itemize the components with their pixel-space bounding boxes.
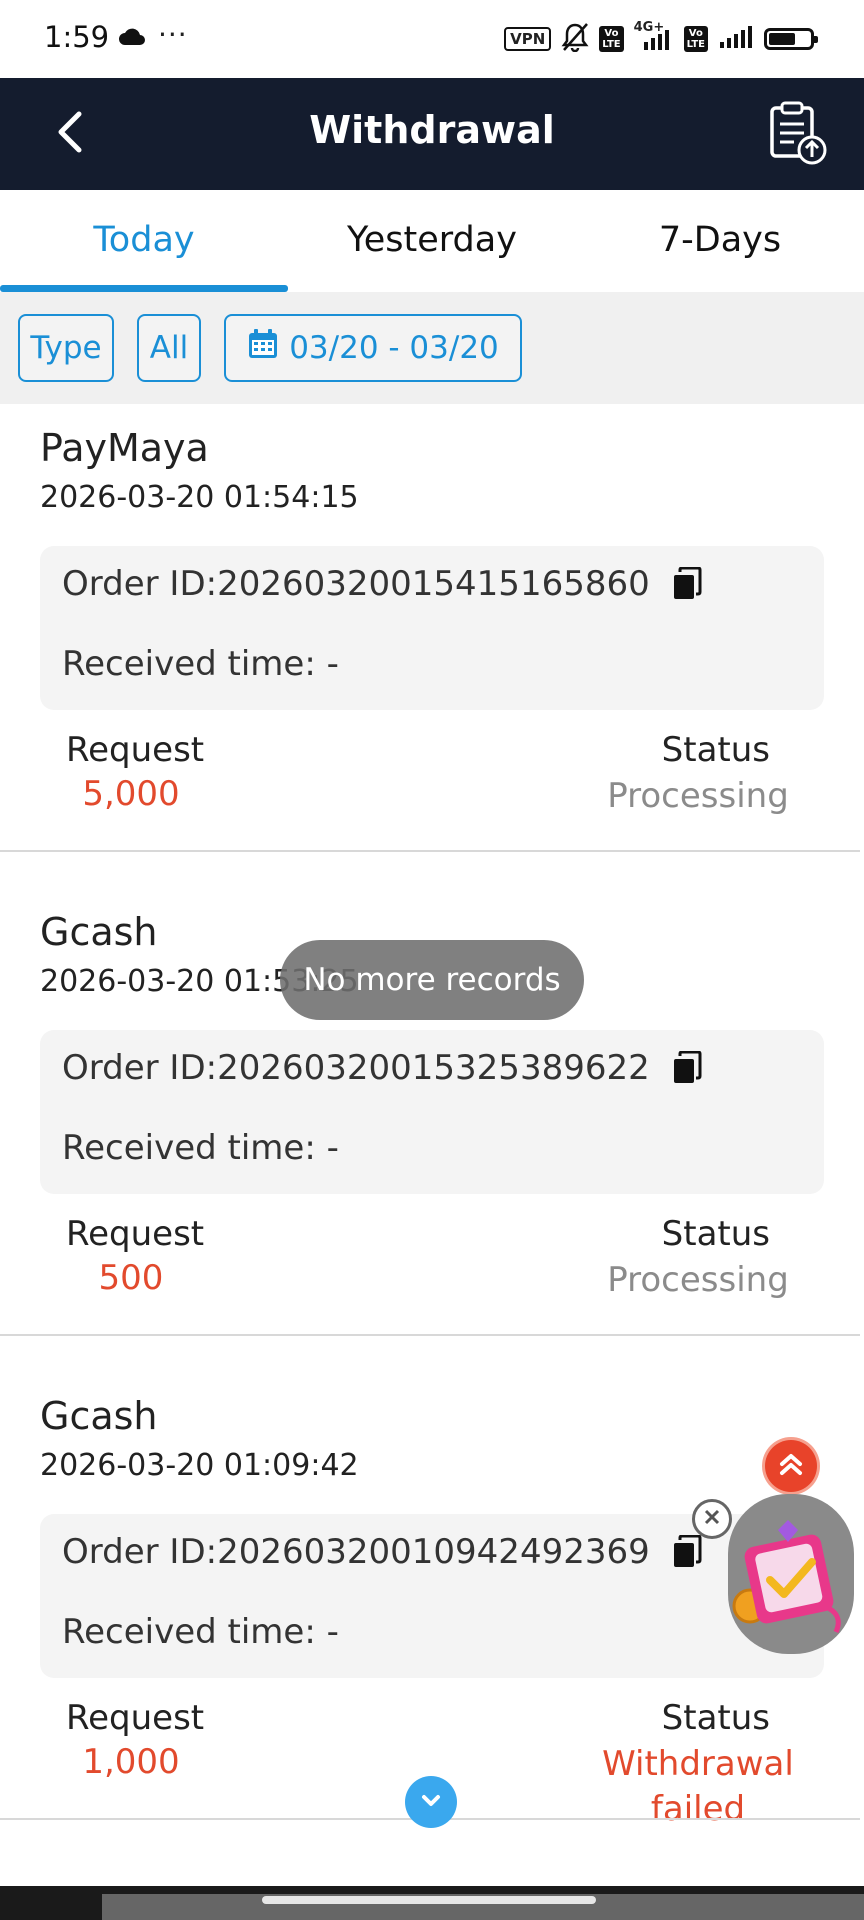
order-id: Order ID:20260320010942492369 <box>62 1532 650 1572</box>
payment-method: Gcash <box>40 1394 158 1438</box>
tab-7-days[interactable]: 7-Days <box>576 190 864 292</box>
request-amount: 5,000 <box>82 774 180 814</box>
payment-method: PayMaya <box>40 426 209 470</box>
copy-icon[interactable] <box>672 567 702 601</box>
payment-method: Gcash <box>40 910 158 954</box>
status-label: Status <box>661 1698 770 1738</box>
received-time: Received time: - <box>62 644 339 684</box>
withdrawal-record: PayMaya 2026-03-20 01:54:15 Order ID:202… <box>0 404 864 852</box>
scroll-top-button[interactable] <box>765 1440 817 1492</box>
status-value: Processing <box>607 1260 789 1300</box>
double-chevron-up-icon <box>776 1449 806 1483</box>
cloud-icon <box>118 28 146 50</box>
date-range-button[interactable]: 03/20 - 03/20 <box>224 314 522 382</box>
filter-bar: Type All 03/20 - 03/20 <box>0 292 864 404</box>
system-nav-bar <box>0 1886 864 1920</box>
divider <box>0 850 860 852</box>
status-label: Status <box>661 1214 770 1254</box>
close-icon <box>702 1507 722 1531</box>
order-info-box: Order ID:20260320015325389622 Received t… <box>40 1030 824 1194</box>
order-id-row: Order ID:20260320015325389622 <box>62 1048 702 1088</box>
copy-icon[interactable] <box>672 1535 702 1569</box>
request-label: Request <box>66 1698 205 1738</box>
tab-yesterday[interactable]: Yesterday <box>288 190 576 292</box>
toast-message: No more records <box>280 940 584 1020</box>
received-time: Received time: - <box>62 1612 339 1652</box>
copy-icon[interactable] <box>672 1051 702 1085</box>
scroll-down-button[interactable] <box>405 1776 457 1828</box>
volte-badge-2: Vo LTE <box>683 26 708 52</box>
signal-icon <box>718 26 754 52</box>
order-id: Order ID:20260320015415165860 <box>62 564 650 604</box>
status-value: Processing <box>607 776 789 816</box>
signal-4g-icon: 4G+ <box>634 20 674 50</box>
order-info-box: Order ID:20260320010942492369 Received t… <box>40 1514 824 1678</box>
network-type: 4G+ <box>633 20 665 35</box>
calendar-icon <box>247 328 279 368</box>
order-info-box: Order ID:20260320015415165860 Received t… <box>40 546 824 710</box>
record-datetime: 2026-03-20 01:09:42 <box>40 1448 359 1483</box>
date-range-text: 03/20 - 03/20 <box>289 330 499 366</box>
vpn-badge: VPN <box>504 27 552 51</box>
request-amount: 1,000 <box>82 1742 180 1782</box>
all-filter-button[interactable]: All <box>137 314 201 382</box>
volte-badge-1: Vo LTE <box>599 26 624 52</box>
home-gesture-pill[interactable] <box>262 1896 596 1904</box>
close-promo-button[interactable] <box>692 1499 732 1539</box>
page-title: Withdrawal <box>309 108 555 152</box>
order-id-row: Order ID:20260320010942492369 <box>62 1532 702 1572</box>
withdraw-records-button[interactable] <box>766 100 830 168</box>
order-id: Order ID:20260320015325389622 <box>62 1048 650 1088</box>
chevron-down-icon <box>418 1787 444 1817</box>
request-label: Request <box>66 1214 205 1254</box>
status-icons: VPN Vo LTE 4G+ Vo LTE <box>504 20 818 56</box>
status-label: Status <box>661 730 770 770</box>
divider <box>0 1334 860 1336</box>
promo-gift-widget[interactable] <box>728 1494 854 1654</box>
status-more-dots: ··· <box>158 18 188 51</box>
request-amount: 500 <box>98 1258 164 1298</box>
status-time: 1:59 <box>44 20 110 54</box>
record-datetime: 2026-03-20 01:54:15 <box>40 480 359 515</box>
type-filter-button[interactable]: Type <box>18 314 114 382</box>
battery-icon <box>764 28 818 50</box>
records-clipboard-icon <box>766 101 830 170</box>
request-label: Request <box>66 730 205 770</box>
order-id-row: Order ID:20260320015415165860 <box>62 564 702 604</box>
app-header: Withdrawal <box>0 78 864 190</box>
status-bar: 1:59 ··· VPN Vo LTE 4G+ Vo LTE <box>0 0 864 78</box>
tab-today[interactable]: Today <box>0 190 288 292</box>
received-time: Received time: - <box>62 1128 339 1168</box>
mute-bell-icon <box>561 22 589 56</box>
date-tabs: Today Yesterday 7-Days <box>0 190 864 292</box>
